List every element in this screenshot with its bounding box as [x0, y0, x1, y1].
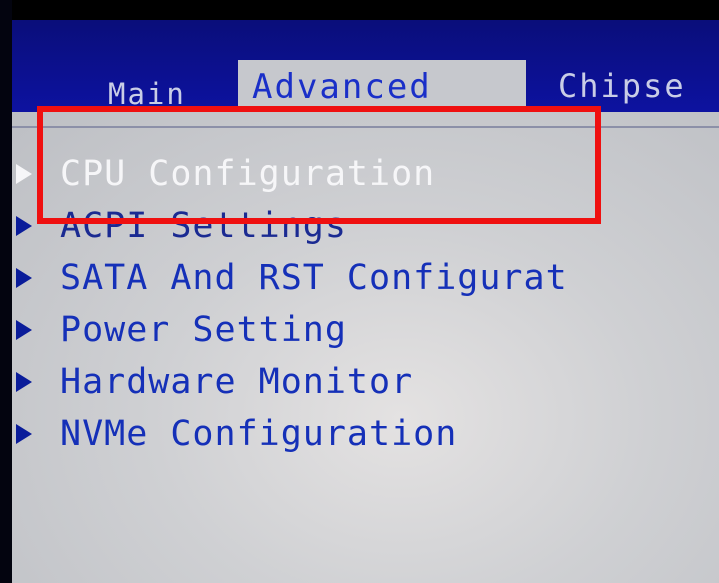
tab-bar: Main Advanced Chipse [0, 20, 719, 140]
submenu-arrow-icon [16, 216, 32, 236]
photo-top-edge [0, 0, 719, 20]
submenu-arrow-icon [16, 424, 32, 444]
menu-item-label: NVMe Configuration [60, 413, 458, 454]
submenu-arrow-icon [16, 164, 32, 184]
bios-screen: Main Advanced Chipse CPU Configuration A… [0, 0, 719, 583]
menu-item-sata-and-rst-configuration[interactable]: SATA And RST Configurat [16, 252, 568, 304]
tab-chipset[interactable]: Chipse [558, 70, 686, 102]
photo-left-edge [0, 0, 12, 583]
menu-item-label: Power Setting [60, 309, 347, 350]
submenu-arrow-icon [16, 372, 32, 392]
tab-main[interactable]: Main [108, 80, 186, 109]
submenu-arrow-icon [16, 268, 32, 288]
menu-item-nvme-configuration[interactable]: NVMe Configuration [16, 408, 568, 460]
highlight-box [37, 106, 601, 224]
menu-item-hardware-monitor[interactable]: Hardware Monitor [16, 356, 568, 408]
menu-item-label: SATA And RST Configurat [60, 257, 568, 298]
menu-item-label: Hardware Monitor [60, 361, 414, 402]
menu-item-power-setting[interactable]: Power Setting [16, 304, 568, 356]
submenu-arrow-icon [16, 320, 32, 340]
